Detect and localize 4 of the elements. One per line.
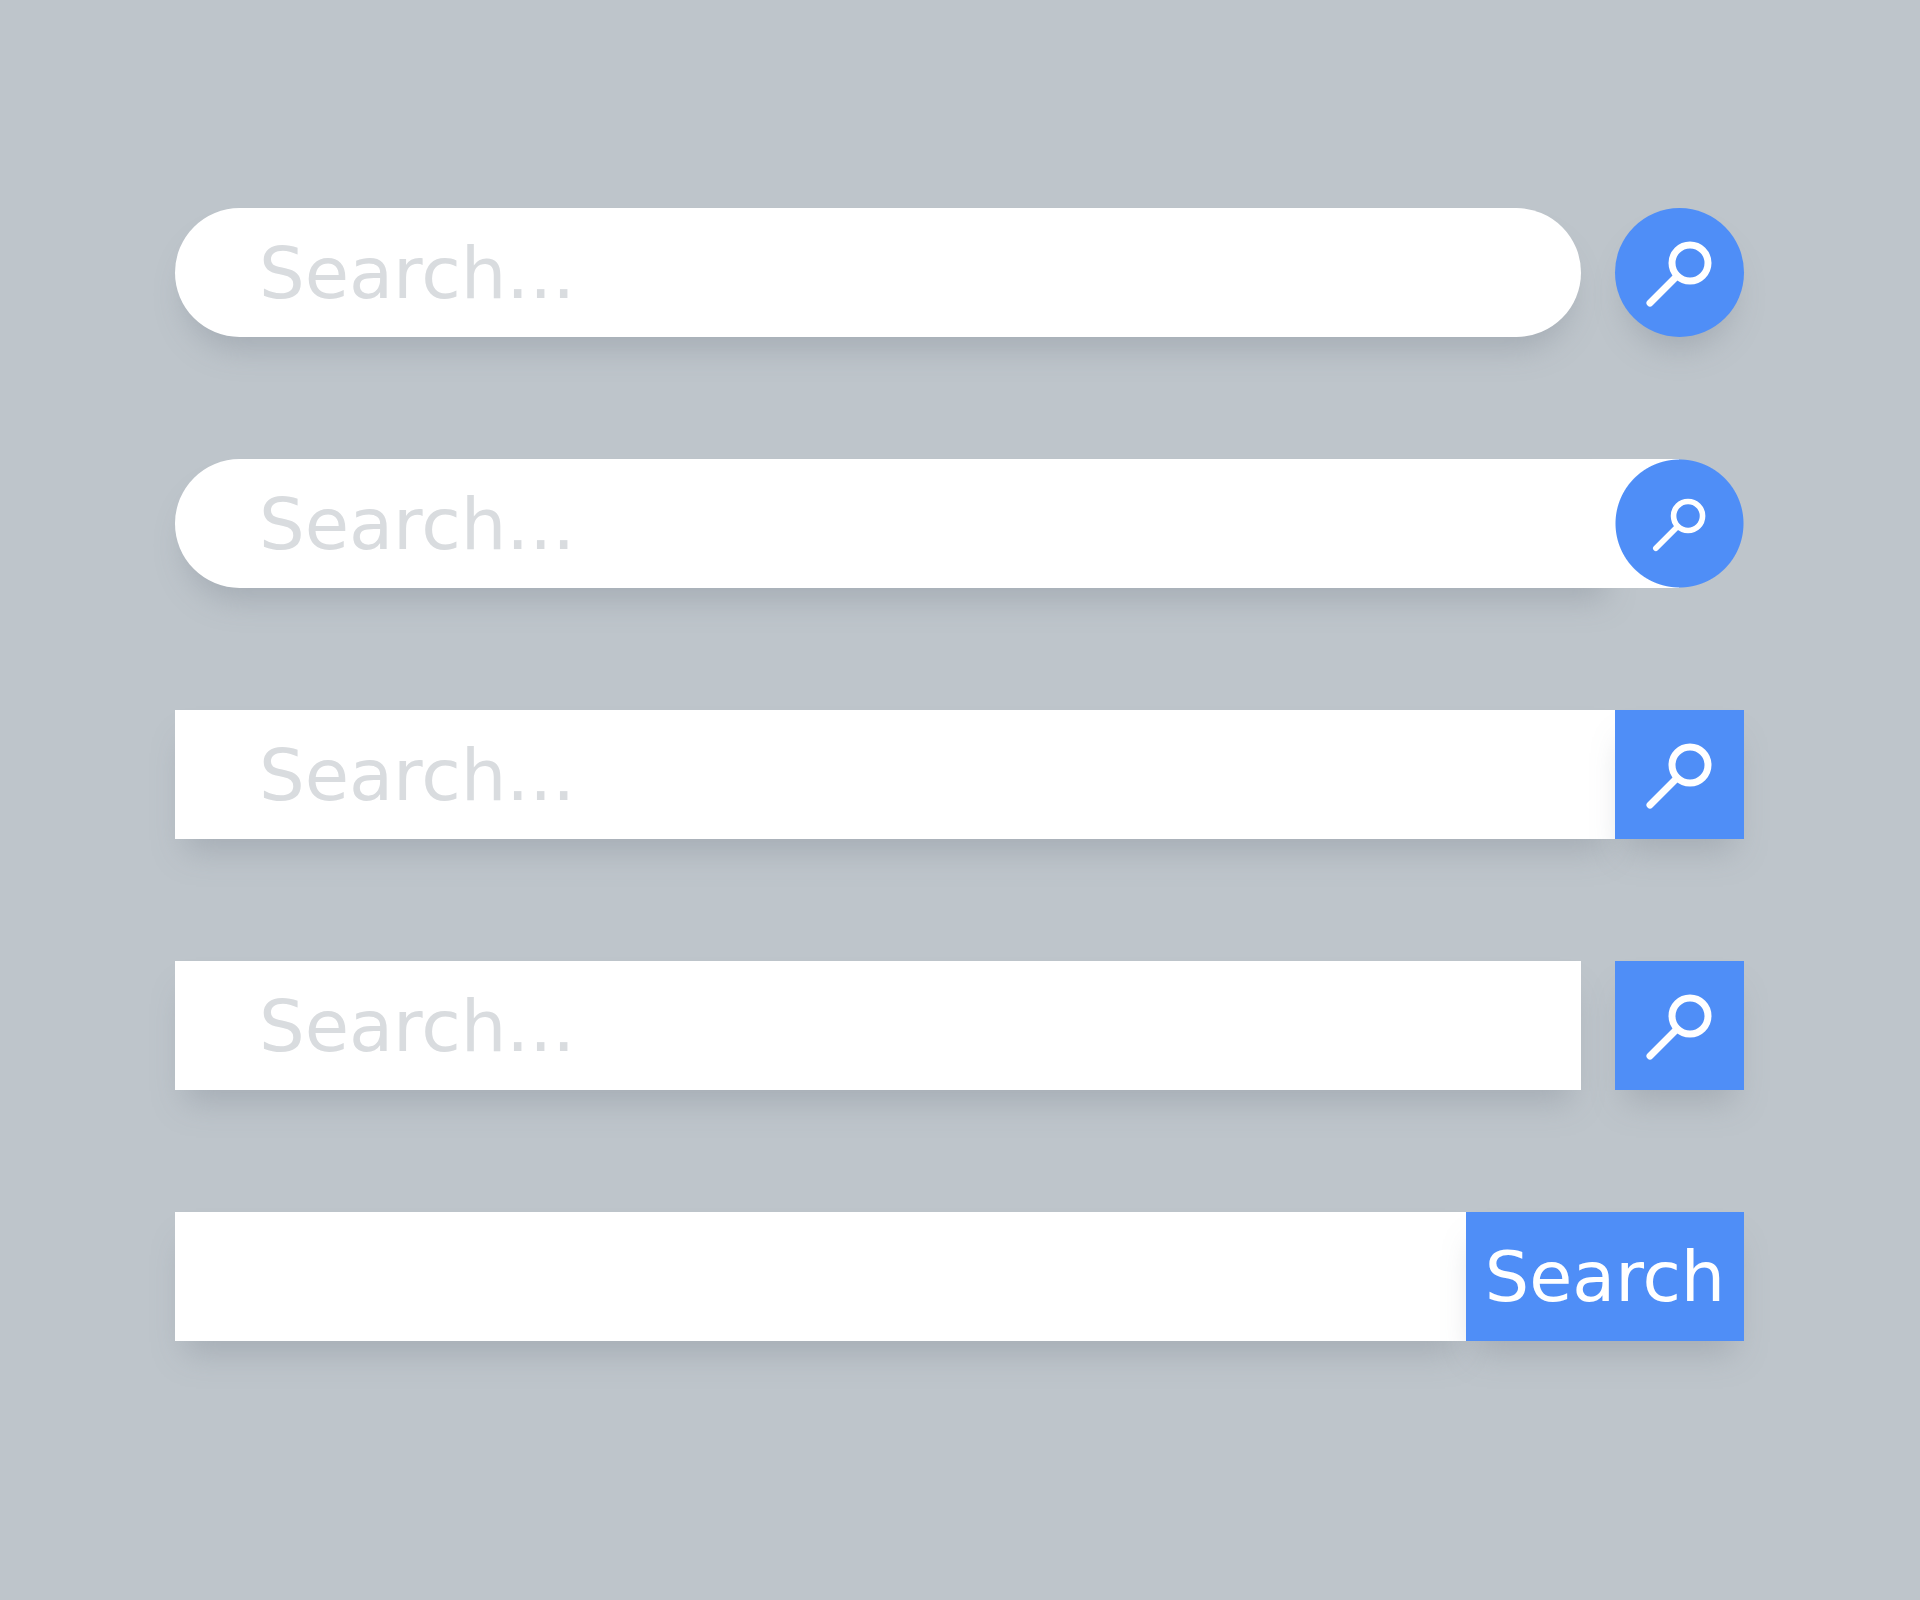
search-button[interactable]: Search (1466, 1212, 1744, 1341)
search-field[interactable] (175, 1212, 1466, 1341)
search-button[interactable] (1615, 961, 1744, 1090)
search-button[interactable] (1615, 710, 1744, 839)
